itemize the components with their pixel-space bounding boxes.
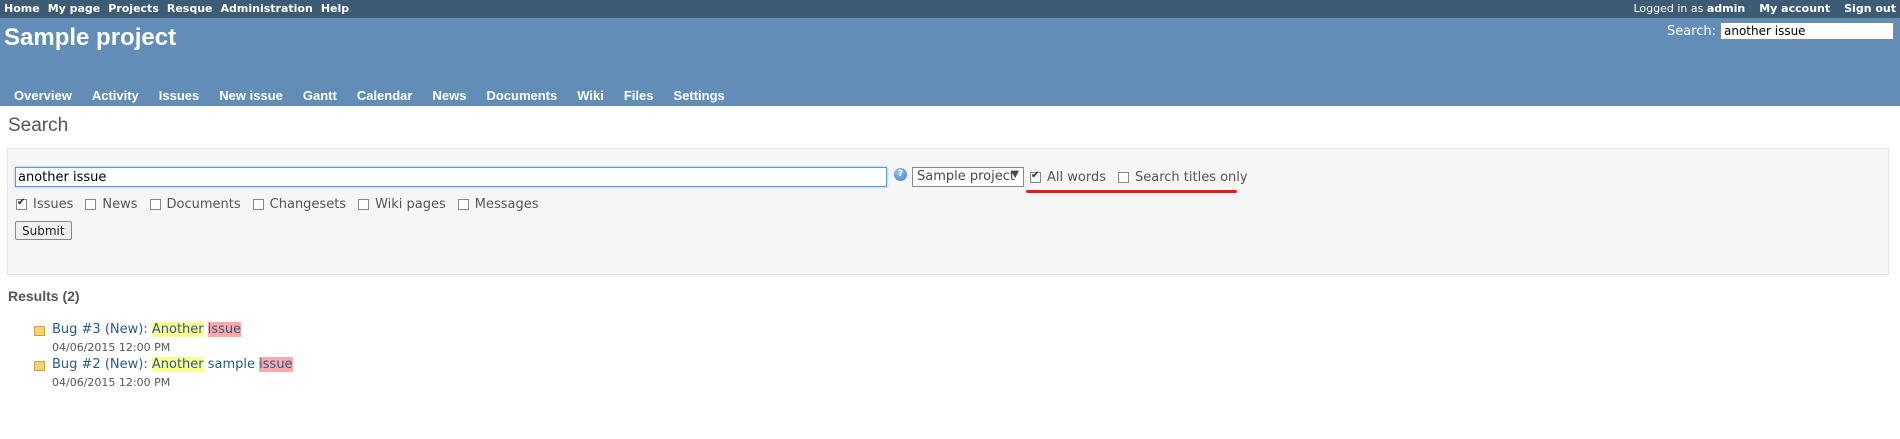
top-menu-left: Home My page Projects Resque Administrat… (4, 2, 349, 15)
red-highlight-underline (1026, 190, 1237, 193)
type-changesets-checkbox[interactable] (252, 199, 264, 210)
all-words-label[interactable]: All words (1047, 170, 1106, 185)
project-title: Sample project (4, 24, 177, 51)
result-link-match-2[interactable]: issue (259, 357, 293, 372)
tab-activity[interactable]: Activity (82, 84, 149, 107)
type-changesets-label[interactable]: Changesets (270, 197, 346, 212)
result-link-match-1[interactable]: Another (151, 322, 204, 337)
top-menu: Home My page Projects Resque Administrat… (0, 0, 1900, 18)
result-link-match-1[interactable]: Another (151, 357, 204, 372)
tab-calendar[interactable]: Calendar (347, 84, 423, 107)
search-types-row: Issues News Documents Changesets Wiki pa… (16, 197, 551, 212)
header: Sample project Search: Overview Activity… (0, 18, 1900, 106)
all-words-checkbox[interactable] (1030, 170, 1041, 183)
result-link-middle[interactable]: sample (204, 357, 260, 372)
logged-in-prefix: Logged in as (1633, 2, 1704, 15)
tab-overview[interactable]: Overview (4, 84, 82, 107)
tab-wiki[interactable]: Wiki (567, 84, 614, 107)
tab-documents[interactable]: Documents (476, 84, 567, 107)
search-form-box: ? Sample project ▼ All words Search titl… (7, 148, 1889, 275)
titles-only-checkbox[interactable] (1117, 172, 1129, 183)
top-menu-projects[interactable]: Projects (108, 2, 159, 15)
type-issues-label[interactable]: Issues (33, 197, 73, 212)
quick-search-label: Search: (1666, 23, 1716, 39)
top-menu-home[interactable]: Home (4, 2, 40, 15)
type-wiki-pages-label[interactable]: Wiki pages (375, 197, 446, 212)
submit-button[interactable]: Submit (15, 221, 72, 240)
issue-icon (34, 326, 45, 336)
type-documents-label[interactable]: Documents (167, 197, 241, 212)
chevron-down-icon: ▼ (1011, 169, 1019, 180)
result-link-prefix[interactable]: Bug #3 (New): (52, 322, 152, 337)
result-date: 04/06/2015 12:00 PM (52, 341, 171, 354)
tab-gantt[interactable]: Gantt (293, 84, 347, 107)
page-title: Search (8, 115, 69, 136)
top-menu-right: Logged in as admin My account Sign out (1633, 2, 1896, 15)
project-scope-select[interactable]: Sample project ▼ (912, 167, 1024, 187)
help-icon[interactable]: ? (894, 168, 907, 181)
quick-search-input[interactable] (1720, 22, 1894, 40)
top-menu-resque[interactable]: Resque (167, 2, 213, 15)
results-heading: Results (2) (8, 288, 80, 304)
quick-search: Search: (1667, 22, 1894, 40)
type-issues-checkbox[interactable] (16, 197, 27, 210)
logged-in-user-link[interactable]: admin (1707, 2, 1745, 15)
titles-only-label[interactable]: Search titles only (1135, 170, 1248, 185)
issue-icon (34, 361, 45, 371)
result-title[interactable]: Bug #2 (New): Another sample issue (52, 357, 293, 372)
logged-in-text: Logged in as admin (1633, 2, 1745, 15)
project-scope-value: Sample project (917, 169, 1015, 184)
type-news-label[interactable]: News (102, 197, 137, 212)
type-news-checkbox[interactable] (85, 199, 97, 210)
search-query-input[interactable] (15, 167, 887, 187)
tab-news[interactable]: News (422, 84, 476, 107)
result-link-prefix[interactable]: Bug #2 (New): (52, 357, 152, 372)
top-menu-help[interactable]: Help (321, 2, 349, 15)
result-link-match-2[interactable]: issue (207, 322, 242, 337)
main-menu: Overview Activity Issues New issue Gantt… (4, 84, 735, 107)
tab-new-issue[interactable]: New issue (209, 84, 293, 107)
tab-issues[interactable]: Issues (149, 84, 209, 107)
my-account-link[interactable]: My account (1759, 2, 1830, 15)
search-options-row: All words Search titles only (1030, 170, 1260, 185)
result-date: 04/06/2015 12:00 PM (52, 376, 171, 389)
tab-files[interactable]: Files (614, 84, 664, 107)
type-messages-label[interactable]: Messages (475, 197, 539, 212)
tab-settings[interactable]: Settings (663, 84, 734, 107)
top-menu-administration[interactable]: Administration (221, 2, 313, 15)
result-title[interactable]: Bug #3 (New): Another issue (52, 322, 242, 337)
top-menu-my-page[interactable]: My page (48, 2, 101, 15)
type-messages-checkbox[interactable] (457, 199, 469, 210)
sign-out-link[interactable]: Sign out (1844, 2, 1896, 15)
type-wiki-pages-checkbox[interactable] (358, 199, 370, 210)
type-documents-checkbox[interactable] (149, 199, 161, 210)
